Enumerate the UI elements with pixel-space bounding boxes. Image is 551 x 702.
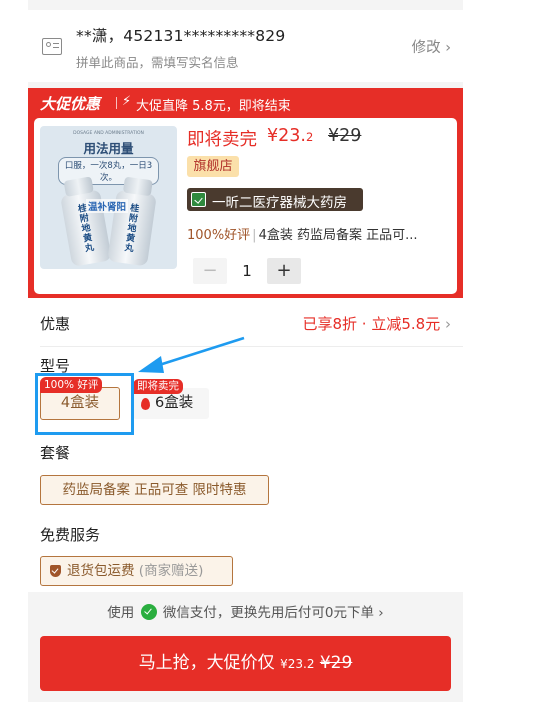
buy-original-price: ¥29 — [319, 653, 353, 673]
buy-price-main: ¥23. — [280, 657, 307, 671]
payment-hint[interactable]: 使用 微信支付，更换先用后付可0元下单 › — [28, 601, 463, 621]
wechat-pay-icon — [140, 604, 157, 620]
pay-hint-prefix: 使用 — [107, 605, 135, 621]
pointer-arrow — [138, 336, 245, 373]
chevron-right-icon: › — [378, 605, 384, 621]
buy-button-label: 马上抢，大促价仅 — [138, 653, 281, 673]
buy-price-decimal: 2 — [306, 657, 315, 671]
buy-now-button[interactable]: 马上抢，大促价仅 ¥23.2 ¥29 — [40, 636, 451, 691]
pay-hint-text: 微信支付，更换先用后付可0元下单 — [162, 605, 374, 621]
